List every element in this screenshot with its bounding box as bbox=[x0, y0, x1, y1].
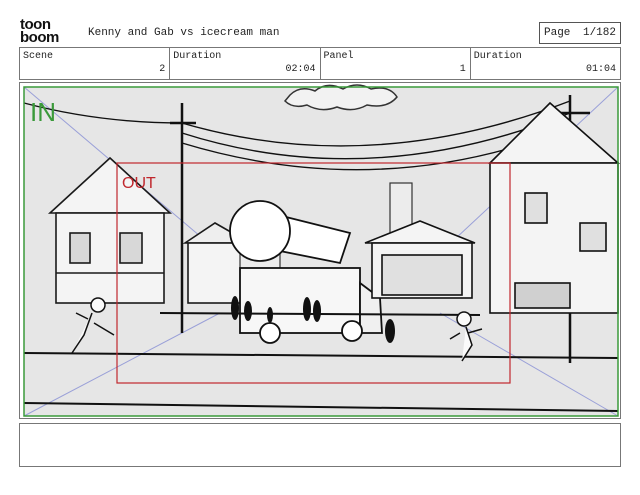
cloud bbox=[283, 84, 398, 111]
storyboard-panel[interactable]: OUT IN bbox=[19, 82, 621, 419]
scene-cell: Scene 2 bbox=[20, 48, 171, 79]
panel-duration-cell: Duration 01:04 bbox=[471, 48, 620, 79]
scene-label: Scene bbox=[23, 51, 54, 62]
scene-duration-value: 02:04 bbox=[285, 64, 316, 75]
panel-duration-value: 01:04 bbox=[585, 64, 616, 75]
panel-duration-label: Duration bbox=[473, 51, 522, 62]
scene-duration-label: Duration bbox=[173, 51, 222, 62]
storyboard-title: Kenny and Gab vs icecream man bbox=[88, 27, 280, 39]
scene-duration-cell: Duration 02:04 bbox=[170, 48, 321, 79]
panel-value: 1 bbox=[459, 64, 466, 75]
panel-sketch: OUT IN bbox=[23, 84, 621, 417]
panel-notes[interactable] bbox=[19, 423, 621, 467]
page-indicator: Page 1/182 bbox=[539, 22, 621, 44]
scene-value: 2 bbox=[159, 64, 166, 75]
panel-cell: Panel 1 bbox=[321, 48, 471, 79]
in-frame-label: IN bbox=[30, 97, 56, 127]
panel-label: Panel bbox=[323, 51, 354, 62]
logo-line-2: boom bbox=[20, 29, 59, 46]
out-frame-label: OUT bbox=[122, 175, 156, 192]
page-number: 1/182 bbox=[582, 27, 616, 39]
toonboom-logo: toon boom bbox=[20, 17, 68, 48]
page-label: Page bbox=[544, 27, 571, 39]
info-row: Scene 2 Duration 02:04 Panel 1 Duration … bbox=[19, 47, 621, 80]
